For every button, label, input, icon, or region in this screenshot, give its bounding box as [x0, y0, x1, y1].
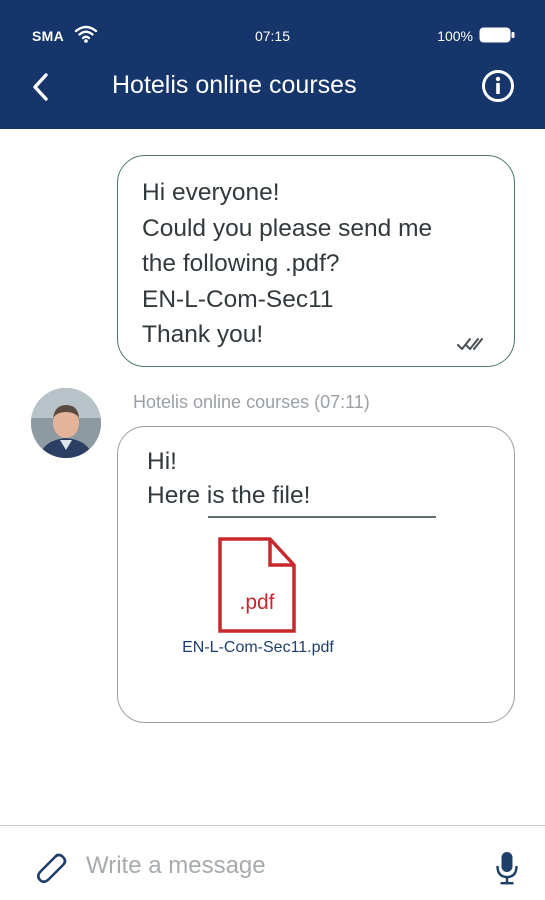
incoming-message-bubble: Hi! Here is the file! .pdf EN-L-Com-Sec1… — [117, 426, 515, 723]
message-line: Hi everyone! — [142, 179, 280, 206]
sender-name-time: Hotelis online courses (07:11) — [133, 392, 370, 412]
pdf-file-icon[interactable]: .pdf — [218, 537, 296, 633]
microphone-icon[interactable] — [495, 850, 519, 886]
app-header: SMA 07:15 100% Hotelis online courses — [0, 0, 545, 129]
divider — [208, 516, 436, 518]
message-line: EN-L-Com-Sec11 — [142, 285, 334, 313]
status-bar: SMA 07:15 100% — [0, 0, 545, 60]
info-icon[interactable] — [481, 69, 515, 103]
message-line: Could you please send me — [142, 214, 433, 242]
message-line: Thank you! — [142, 321, 264, 348]
message-composer — [0, 825, 545, 900]
paperclip-icon[interactable] — [30, 846, 72, 888]
outgoing-message-bubble: Hi everyone! Could you please send me th… — [117, 155, 515, 367]
message-line: Hi! — [147, 448, 177, 475]
battery-icon — [479, 27, 515, 43]
attachment-file-name[interactable]: EN-L-Com-Sec11.pdf — [118, 639, 398, 657]
chat-title: Hotelis online courses — [112, 71, 357, 99]
message-input[interactable] — [86, 848, 466, 884]
read-receipt-icon — [457, 338, 483, 350]
pdf-file-label: .pdf — [239, 591, 274, 614]
back-button[interactable] — [28, 70, 54, 104]
message-line: Here is the file! — [147, 482, 311, 509]
sender-avatar — [31, 388, 101, 458]
battery-percent: 100% — [437, 28, 473, 44]
message-line: the following .pdf? — [142, 250, 340, 277]
